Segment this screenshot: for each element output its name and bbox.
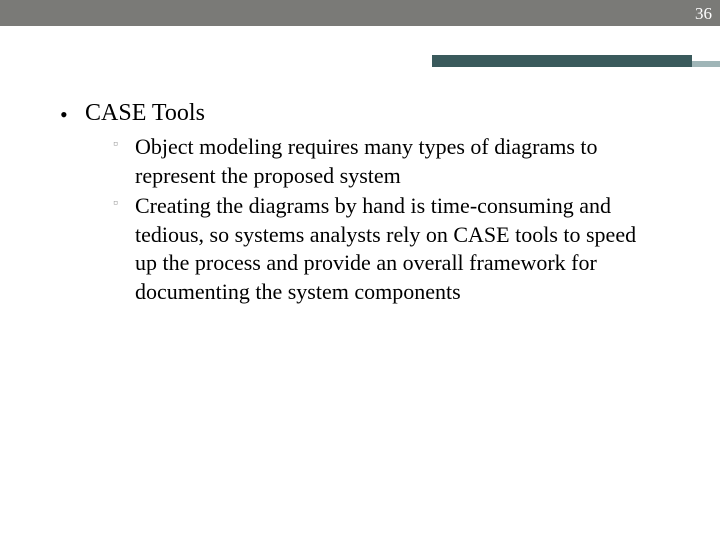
list-item: • CASE Tools ▫ Object modeling requires …	[60, 100, 660, 307]
header-bar: 36	[0, 0, 720, 26]
list-item: ▫ Creating the diagrams by hand is time-…	[113, 192, 660, 306]
heading-text: CASE Tools	[85, 100, 205, 126]
bullet-list-level1: • CASE Tools ▫ Object modeling requires …	[60, 100, 660, 307]
accent-decoration	[432, 55, 720, 67]
list-item: ▫ Object modeling requires many types of…	[113, 133, 660, 190]
slide-content: • CASE Tools ▫ Object modeling requires …	[60, 100, 660, 315]
bullet-icon: •	[60, 102, 68, 128]
bullet-text: Creating the diagrams by hand is time-co…	[135, 193, 636, 304]
accent-dark-bar	[432, 55, 692, 67]
square-bullet-icon: ▫	[113, 136, 118, 154]
bullet-list-level2: ▫ Object modeling requires many types of…	[113, 133, 660, 307]
bullet-text: Object modeling requires many types of d…	[135, 134, 598, 188]
slide-number: 36	[695, 4, 712, 24]
square-bullet-icon: ▫	[113, 195, 118, 213]
accent-light-bar	[692, 61, 720, 67]
